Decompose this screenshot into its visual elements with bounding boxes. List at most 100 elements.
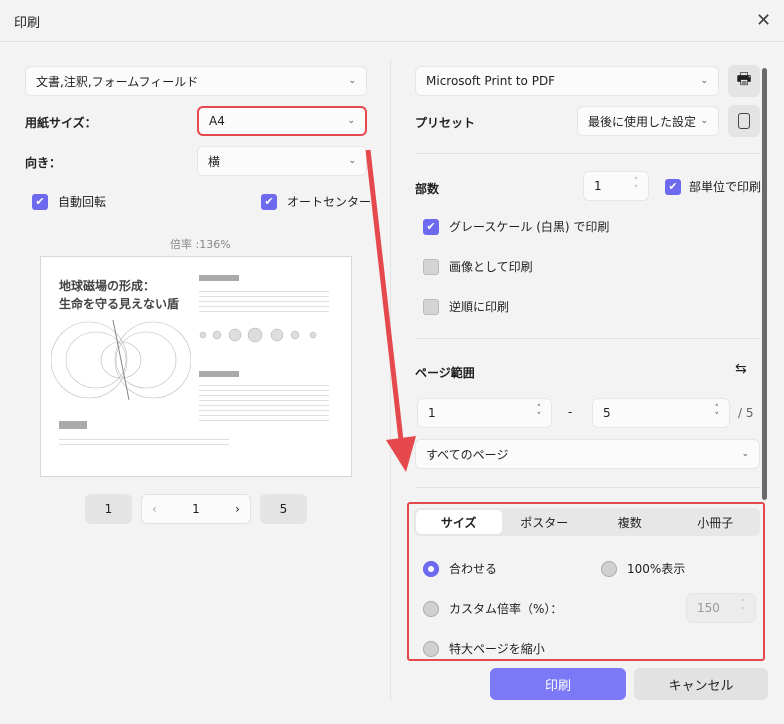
first-page-button[interactable]: 1 [85,494,132,524]
copies-input[interactable]: 1 ˄ ˅ [583,171,649,201]
collate-label: 部単位で印刷 [689,180,762,194]
page-preview: 地球磁場の形成： 生命を守る見えない盾 [40,256,352,477]
planets-diagram [199,327,317,343]
fit-radio[interactable]: 合わせる [423,560,497,577]
radio-unselected-icon [423,600,439,617]
magnetic-field-diagram [51,319,191,401]
checkbox-checked-icon: ✔ [32,193,48,210]
range-from-input[interactable]: 1 ˄ ˅ [417,398,552,428]
chevron-down-icon: ⌄ [348,76,356,86]
orientation-label: 向き： [25,156,62,170]
checkbox-checked-icon: ✔ [261,193,277,210]
close-icon[interactable]: ✕ [756,10,771,31]
prev-page-icon[interactable]: ‹ [152,502,157,516]
auto-center-label: オートセンター [287,195,372,209]
page-range-select[interactable]: すべてのページ ⌄ [415,439,760,469]
next-page-icon[interactable]: › [235,502,240,516]
copies-value[interactable]: 1 [594,179,602,193]
range-swap-icon[interactable]: ⇆ [735,361,747,377]
custom-scale-radio[interactable]: カスタム倍率（%）： [423,600,562,617]
scaling-tabs: サイズ ポスター 複数 小冊子 [414,508,760,536]
tab-size[interactable]: サイズ [416,510,502,534]
preview-section-tag [199,371,239,377]
auto-rotate-checkbox[interactable]: ✔ 自動回転 [32,193,106,210]
current-page[interactable]: 1 [192,502,200,516]
print-button[interactable]: 印刷 [490,668,626,700]
radio-unselected-icon [601,560,617,577]
printer-select[interactable]: Microsoft Print to PDF ⌄ [415,66,719,96]
content-select-value: 文書,注釈,フォームフィールド [36,74,199,89]
shrink-oversized-radio[interactable]: 特大ページを縮小 [423,640,545,657]
print-as-image-label: 画像として印刷 [449,260,533,274]
preview-section-tag [59,421,87,429]
actual-size-label: 100%表示 [627,562,686,576]
spinner-icon[interactable]: ˄ ˅ [715,405,720,422]
custom-scale-value[interactable]: 150 [697,601,720,615]
checkbox-checked-icon: ✔ [665,178,681,195]
content-select[interactable]: 文書,注釈,フォームフィールド ⌄ [25,66,367,96]
spinner-icon[interactable]: ˄ ˅ [537,405,542,422]
chevron-down-icon: ⌄ [700,116,708,126]
preview-text-block [59,435,229,447]
checkbox-unchecked-icon [423,298,439,315]
orientation-value: 横 [208,154,221,169]
chevron-down-icon: ⌄ [347,116,355,126]
divider [415,338,760,339]
range-total: / 5 [738,406,754,420]
title-bar [0,0,784,42]
custom-scale-input[interactable]: 150 ˄ ˅ [686,593,756,623]
grayscale-checkbox[interactable]: ✔ グレースケール (白黒) で印刷 [423,218,609,235]
divider [415,153,760,154]
collate-checkbox[interactable]: ✔ 部単位で印刷 [665,178,761,195]
checkbox-unchecked-icon [423,258,439,275]
printer-properties-button[interactable]: 🖶 [728,65,760,97]
preset-label: プリセット [415,116,476,130]
panel-divider [390,60,391,700]
range-to-value[interactable]: 5 [603,406,611,420]
range-to-input[interactable]: 5 ˄ ˅ [592,398,730,428]
fit-label: 合わせる [449,562,498,576]
orientation-select[interactable]: 横 ⌄ [197,146,367,176]
printer-value: Microsoft Print to PDF [426,74,556,88]
radio-selected-icon [423,560,439,577]
save-preset-button[interactable] [728,105,760,137]
page-range-value: すべてのページ [426,447,509,462]
chevron-down-icon: ⌄ [741,449,749,459]
auto-center-checkbox[interactable]: ✔ オートセンター [261,193,371,210]
tab-multiple[interactable]: 複数 [587,510,673,534]
tab-booklet[interactable]: 小冊子 [673,510,759,534]
save-icon [738,113,750,129]
actual-size-radio[interactable]: 100%表示 [601,560,685,577]
printer-icon: 🖶 [736,68,752,88]
preview-heading: 地球磁場の形成： 生命を守る見えない盾 [59,279,180,311]
divider [415,487,760,488]
cancel-button[interactable]: キャンセル [634,668,768,700]
spinner-icon[interactable]: ˄ ˅ [741,600,746,617]
chevron-down-icon: ⌄ [348,156,356,166]
dialog-title: 印刷 [14,16,41,31]
chevron-down-icon: ⌄ [700,76,708,86]
paper-size-select[interactable]: A4 ⌄ [197,106,367,136]
spinner-icon[interactable]: ˄ ˅ [634,178,639,195]
checkbox-checked-icon: ✔ [423,218,439,235]
custom-scale-label: カスタム倍率（%）： [449,602,563,616]
page-range-label: ページ範囲 [415,366,475,380]
page-stepper[interactable]: ‹ 1 › [141,494,251,524]
tab-poster[interactable]: ポスター [502,510,588,534]
grayscale-label: グレースケール (白黒) で印刷 [449,220,610,234]
radio-unselected-icon [423,640,439,657]
copies-label: 部数 [415,182,440,196]
scrollbar[interactable] [762,68,767,500]
preview-text-block [199,287,329,313]
preview-section-tag [199,275,239,281]
range-from-value[interactable]: 1 [428,406,436,420]
preset-select[interactable]: 最後に使用した設定 ⌄ [577,106,719,136]
print-as-image-checkbox[interactable]: 画像として印刷 [423,258,533,275]
preset-value: 最後に使用した設定 [588,114,697,129]
last-page-button[interactable]: 5 [260,494,307,524]
reverse-order-label: 逆順に印刷 [449,300,510,314]
paper-size-label: 用紙サイズ： [25,116,97,130]
shrink-oversized-label: 特大ページを縮小 [449,642,545,656]
reverse-order-checkbox[interactable]: 逆順に印刷 [423,298,509,315]
paper-size-value: A4 [209,114,225,128]
